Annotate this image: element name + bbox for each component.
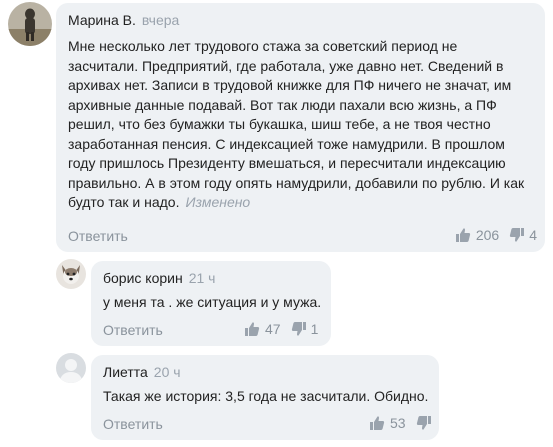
comment-header: Марина В. вчера xyxy=(68,11,179,29)
comment-line: будто так и надо. Изменено xyxy=(68,193,538,213)
comment-line: Мне несколько лет трудового стажа за сов… xyxy=(68,38,458,54)
reply-button[interactable]: Ответить xyxy=(103,416,163,432)
thumbs-up-icon xyxy=(455,228,470,242)
votes: 53 xyxy=(369,415,436,431)
dislike-button[interactable] xyxy=(416,415,436,431)
votes: 47 1 xyxy=(244,321,318,337)
comment-text: Мне несколько лет трудового стажа за сов… xyxy=(68,37,538,213)
like-count: 53 xyxy=(390,415,406,431)
comment-time: 20 ч xyxy=(153,364,181,380)
edited-label: Изменено xyxy=(185,194,251,210)
thumbs-down-icon xyxy=(510,228,525,242)
thumbs-down-icon xyxy=(291,322,306,336)
comment-line: архивах нет. Записи в трудовой книжке дл… xyxy=(68,77,512,93)
comment-header: Лиетта 20 ч xyxy=(103,363,181,381)
reply-button[interactable]: Ответить xyxy=(103,322,163,338)
avatar-boris[interactable] xyxy=(56,259,86,289)
thumbs-down-icon xyxy=(416,416,431,430)
comment-line-text: будто так и надо. xyxy=(68,194,180,210)
dislike-count: 1 xyxy=(310,321,319,337)
author-name[interactable]: борис корин xyxy=(103,270,183,286)
thumbs-up-icon xyxy=(370,416,385,430)
reply-button[interactable]: Ответить xyxy=(68,228,128,244)
comment-line: году пришлось Президенту вмешаться, и пе… xyxy=(68,155,506,171)
like-button[interactable]: 47 xyxy=(244,321,281,337)
dislike-button[interactable]: 4 xyxy=(509,227,537,243)
thumbs-up-icon xyxy=(245,322,260,336)
author-name[interactable]: Марина В. xyxy=(68,12,136,28)
comment-line: Такая же история: 3,5 года не засчитали.… xyxy=(103,388,429,404)
votes: 206 4 xyxy=(455,227,537,243)
dislike-button[interactable]: 1 xyxy=(291,321,319,337)
dislike-count: 4 xyxy=(529,227,537,243)
like-count: 47 xyxy=(265,321,281,337)
avatar-lietta[interactable] xyxy=(56,353,86,383)
dog-photo-icon xyxy=(56,259,86,289)
landscape-photo-icon xyxy=(8,2,52,46)
default-user-icon xyxy=(56,353,86,383)
like-button[interactable]: 53 xyxy=(369,415,406,431)
comment-time: вчера xyxy=(141,12,180,28)
like-button[interactable]: 206 xyxy=(455,227,499,243)
comment-line: у меня та . же ситуация и у мужа. xyxy=(103,294,322,310)
comment-line: правильно. А в этом году опять намудрили… xyxy=(68,174,525,191)
comment-line: решил, что без бумажки ты букашка, шиш т… xyxy=(68,116,491,132)
comment-line: заработанная пенсия. С индексацией тоже … xyxy=(68,135,505,152)
comment-line: архивные данные подавай. Вот так люди па… xyxy=(68,96,497,113)
comment-text: Такая же история: 3,5 года не засчитали.… xyxy=(103,387,433,407)
author-name[interactable]: Лиетта xyxy=(103,364,148,380)
avatar-marina[interactable] xyxy=(8,2,52,46)
like-count: 206 xyxy=(475,227,500,243)
comment-header: борис корин 21 ч xyxy=(103,269,215,287)
comment-text: у меня та . же ситуация и у мужа. xyxy=(103,293,323,313)
comment-line: засчитали. Предприятий, где работала, уж… xyxy=(68,57,504,74)
comment-time: 21 ч xyxy=(188,270,216,286)
